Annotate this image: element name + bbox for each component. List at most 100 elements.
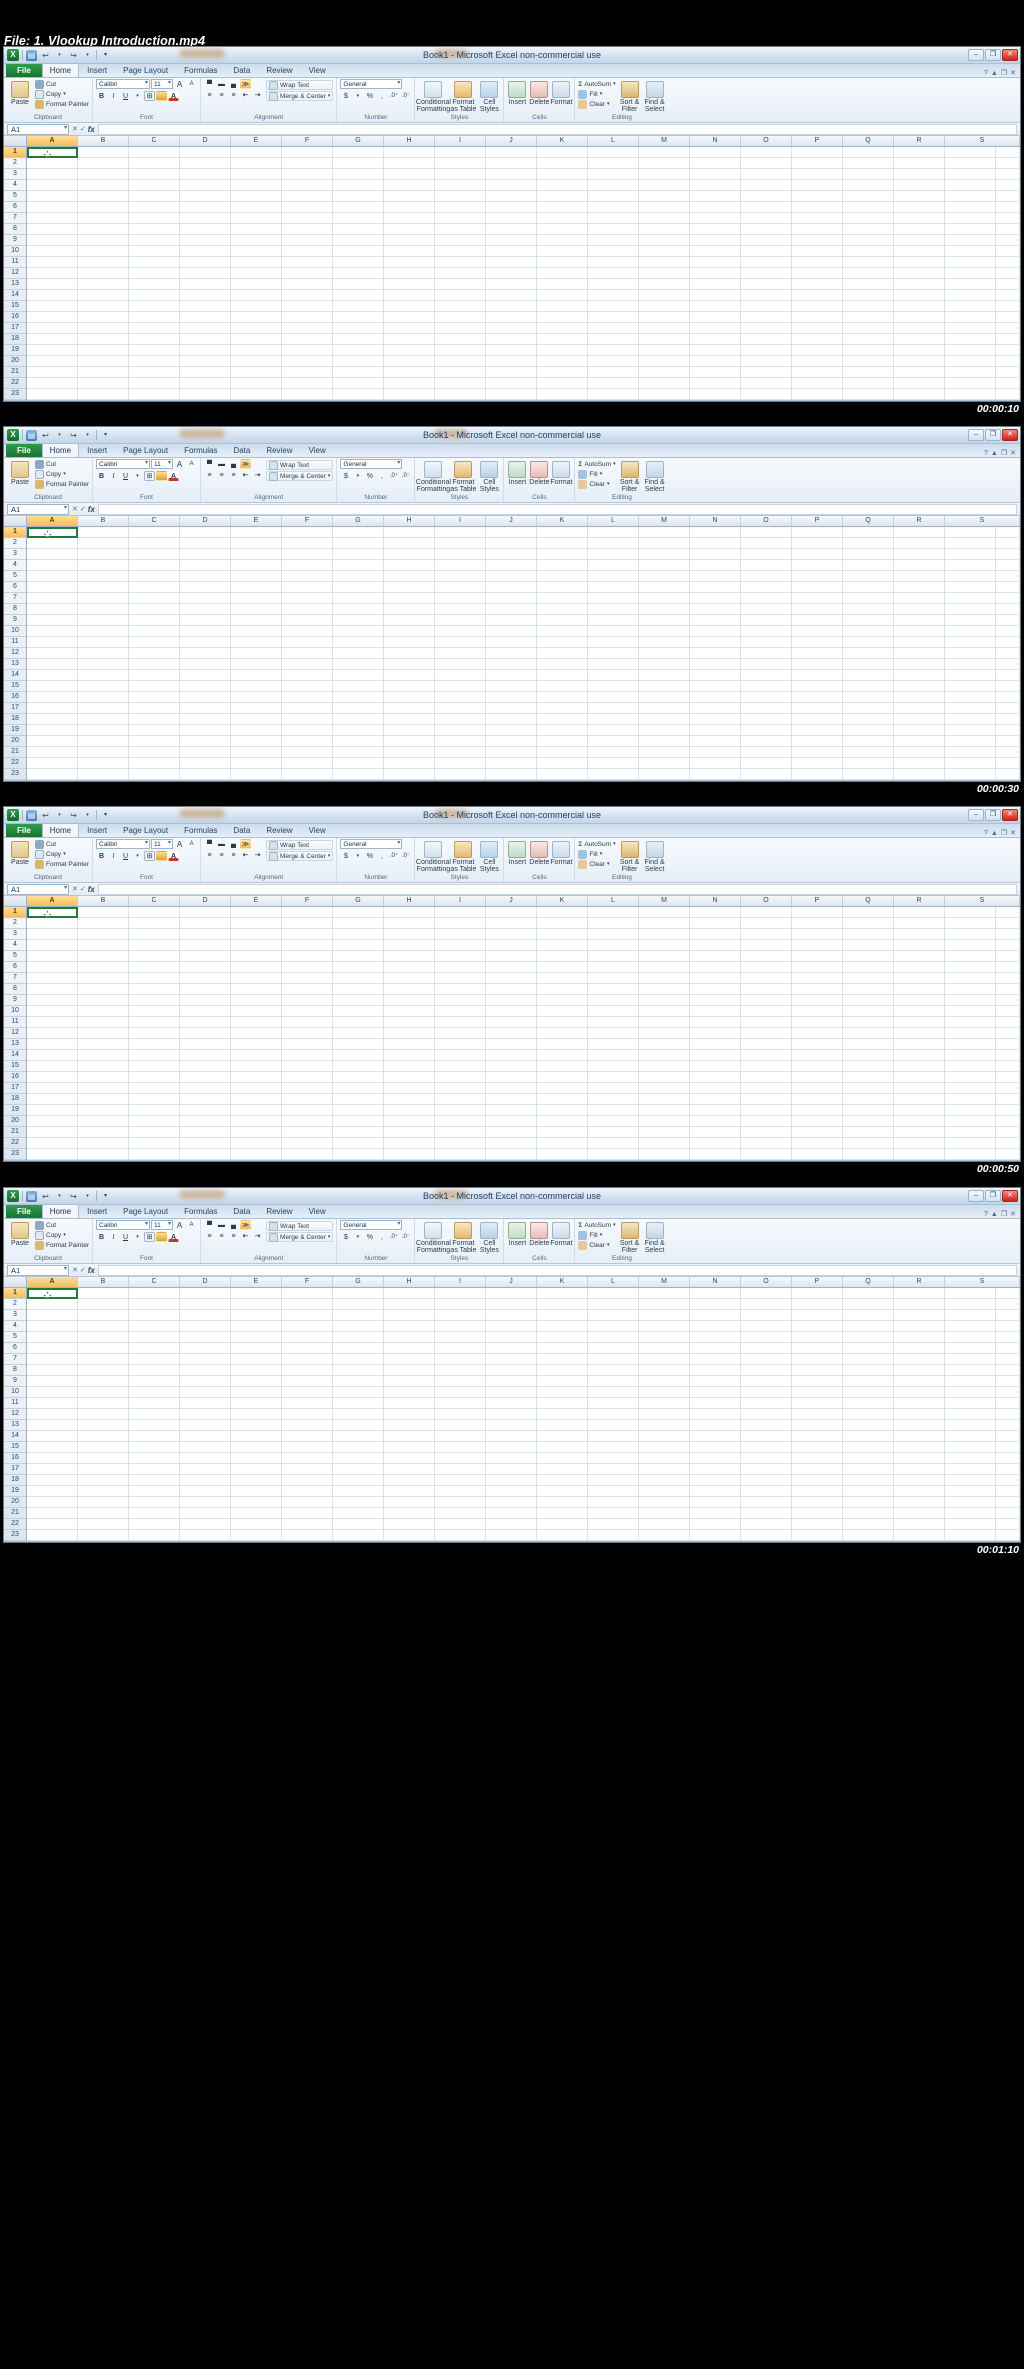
cell-area[interactable]	[27, 1288, 1020, 1541]
font-size-input[interactable]: 11	[151, 839, 173, 849]
align-center-icon[interactable]: ≡	[216, 90, 227, 100]
help-icon[interactable]: ?	[984, 450, 988, 457]
autosum-button[interactable]: Σ AutoSum ▾	[578, 1221, 615, 1230]
font-size-input[interactable]: 11	[151, 79, 173, 89]
column-header-E[interactable]: E	[231, 516, 282, 526]
close-workbook-icon[interactable]: ✕	[1010, 449, 1016, 457]
row-header-23[interactable]: 23	[4, 769, 26, 780]
minimize-button[interactable]: –	[968, 1190, 984, 1202]
column-header-D[interactable]: D	[180, 136, 231, 146]
name-box[interactable]: A1	[7, 883, 69, 895]
tab-formulas[interactable]: Formulas	[176, 63, 225, 77]
row-header-16[interactable]: 16	[4, 312, 26, 323]
redo-icon[interactable]: ↪	[68, 810, 79, 821]
column-header-S[interactable]: S	[945, 896, 1020, 906]
cell-area[interactable]	[27, 527, 1020, 780]
column-header-N[interactable]: N	[690, 896, 741, 906]
row-header-3[interactable]: 3	[4, 169, 26, 180]
redo-icon[interactable]: ↪	[68, 430, 79, 441]
bold-button[interactable]: B	[96, 91, 107, 101]
align-left-icon[interactable]: ≡	[204, 1231, 215, 1241]
row-header-13[interactable]: 13	[4, 1420, 26, 1431]
tab-insert[interactable]: Insert	[79, 63, 115, 77]
column-header-M[interactable]: M	[639, 516, 690, 526]
tab-page-layout[interactable]: Page Layout	[115, 63, 176, 77]
row-header-19[interactable]: 19	[4, 345, 26, 356]
row-header-10[interactable]: 10	[4, 1387, 26, 1398]
grow-font-icon[interactable]: A	[174, 1220, 185, 1230]
tab-home[interactable]: Home	[41, 63, 80, 77]
redo-dropdown-icon[interactable]: ▾	[82, 810, 93, 821]
column-header-M[interactable]: M	[639, 136, 690, 146]
sheet-tab-sheet3[interactable]: Sheet3	[106, 780, 143, 781]
currency-icon[interactable]: $	[340, 851, 351, 861]
wrap-text-button[interactable]: Wrap Text	[266, 1221, 334, 1231]
autosum-dropdown-icon[interactable]: ▾	[613, 80, 616, 89]
grow-font-icon[interactable]: A	[174, 839, 185, 849]
clear-dropdown-icon[interactable]: ▾	[607, 100, 610, 109]
row-header-19[interactable]: 19	[4, 1105, 26, 1116]
tab-file[interactable]: File	[6, 443, 42, 457]
tab-page-layout[interactable]: Page Layout	[115, 1204, 176, 1218]
row-header-4[interactable]: 4	[4, 180, 26, 191]
row-header-23[interactable]: 23	[4, 1149, 26, 1160]
autosum-dropdown-icon[interactable]: ▾	[613, 840, 616, 849]
insert-function-icon[interactable]: fx	[88, 1266, 95, 1275]
conditional-formatting-button[interactable]: Conditional Formatting	[416, 1220, 451, 1254]
column-header-G[interactable]: G	[333, 136, 384, 146]
sort-filter-button[interactable]: Sort & Filter	[619, 79, 641, 113]
column-header-F[interactable]: F	[282, 516, 333, 526]
redo-icon[interactable]: ↪	[68, 1191, 79, 1202]
merge-center-button[interactable]: Merge & Center ▾	[266, 91, 334, 101]
undo-dropdown-icon[interactable]: ▾	[54, 810, 65, 821]
fill-dropdown-icon[interactable]: ▾	[600, 850, 603, 859]
align-top-icon[interactable]: ▀	[204, 79, 215, 89]
row-header-8[interactable]: 8	[4, 1365, 26, 1376]
row-header-9[interactable]: 9	[4, 995, 26, 1006]
column-header-A[interactable]: A	[27, 1277, 78, 1287]
column-header-R[interactable]: R	[894, 1277, 945, 1287]
borders-icon[interactable]: ⊞	[144, 91, 155, 101]
wrap-text-button[interactable]: Wrap Text	[266, 840, 334, 850]
font-color-icon[interactable]: A	[168, 91, 179, 101]
close-button[interactable]: ✕	[1002, 809, 1018, 821]
autosum-button[interactable]: Σ AutoSum ▾	[578, 840, 615, 849]
row-header-9[interactable]: 9	[4, 1376, 26, 1387]
clear-button[interactable]: Clear ▾	[578, 860, 615, 869]
column-header-E[interactable]: E	[231, 1277, 282, 1287]
row-header-12[interactable]: 12	[4, 1409, 26, 1420]
column-header-F[interactable]: F	[282, 1277, 333, 1287]
italic-button[interactable]: I	[108, 1232, 119, 1242]
column-header-N[interactable]: N	[690, 136, 741, 146]
column-header-R[interactable]: R	[894, 516, 945, 526]
shrink-font-icon[interactable]: A	[186, 839, 197, 849]
sheet-tab-sheet3[interactable]: Sheet3	[106, 1160, 143, 1161]
format-painter-button[interactable]: Format Painter	[35, 480, 89, 489]
column-header-H[interactable]: H	[384, 1277, 435, 1287]
column-header-D[interactable]: D	[180, 1277, 231, 1287]
select-all-corner[interactable]	[4, 516, 27, 526]
excel-logo-icon[interactable]: X	[7, 1190, 19, 1202]
restore-window-icon[interactable]: ❐	[1001, 829, 1007, 837]
tab-page-layout[interactable]: Page Layout	[115, 823, 176, 837]
cell-styles-button[interactable]: Cell Styles	[478, 839, 500, 873]
sort-filter-button[interactable]: Sort & Filter	[619, 839, 641, 873]
conditional-formatting-button[interactable]: Conditional Formatting	[416, 79, 451, 113]
row-header-14[interactable]: 14	[4, 1431, 26, 1442]
row-header-18[interactable]: 18	[4, 334, 26, 345]
fill-color-icon[interactable]	[156, 1232, 167, 1242]
row-header-21[interactable]: 21	[4, 747, 26, 758]
tab-view[interactable]: View	[301, 823, 334, 837]
row-header-17[interactable]: 17	[4, 1083, 26, 1094]
column-header-H[interactable]: H	[384, 896, 435, 906]
column-header-I[interactable]: I	[435, 136, 486, 146]
row-header-6[interactable]: 6	[4, 582, 26, 593]
sheet-tab-sheet2[interactable]: Sheet2	[70, 400, 107, 401]
bold-button[interactable]: B	[96, 471, 107, 481]
cell-styles-button[interactable]: Cell Styles	[478, 79, 500, 113]
tab-formulas[interactable]: Formulas	[176, 443, 225, 457]
save-icon[interactable]: ▤	[26, 49, 37, 61]
column-header-P[interactable]: P	[792, 896, 843, 906]
column-header-G[interactable]: G	[333, 516, 384, 526]
align-top-icon[interactable]: ▀	[204, 1220, 215, 1230]
